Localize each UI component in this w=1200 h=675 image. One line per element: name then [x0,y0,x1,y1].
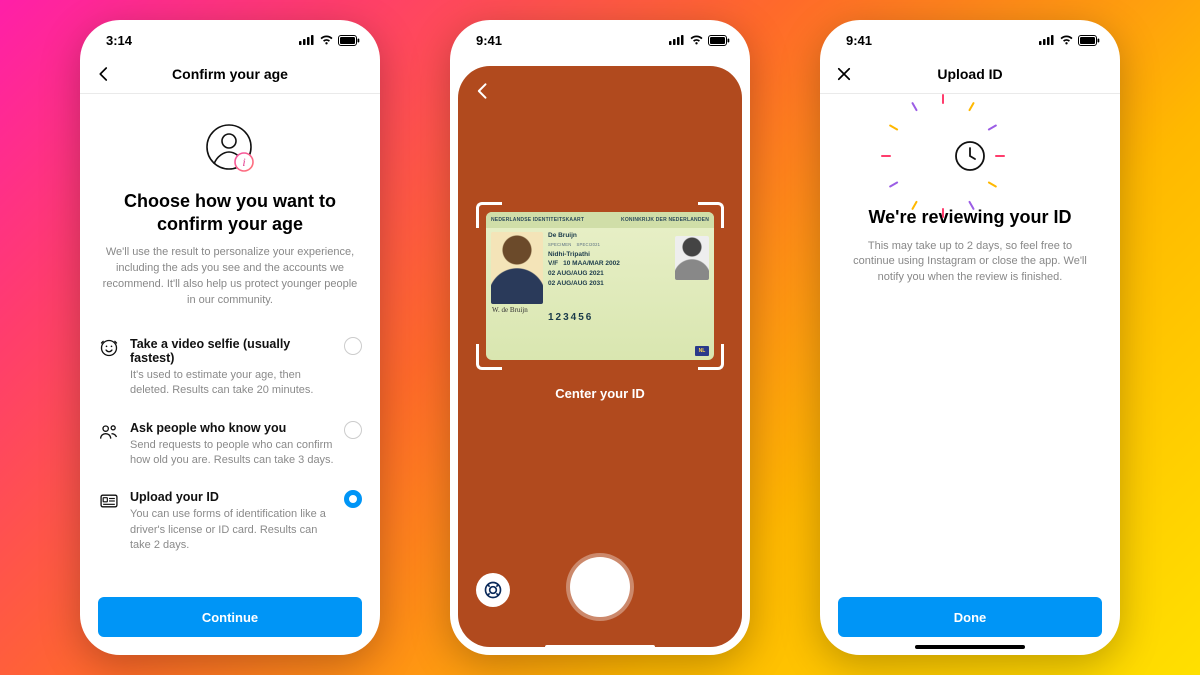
ray-icon [968,102,975,112]
option-desc: It's used to estimate your age, then del… [130,368,338,399]
status-time: 9:41 [476,33,502,48]
wifi-icon [689,35,704,45]
page-heading: We're reviewing your ID [838,206,1102,229]
status-icons [299,35,360,46]
chevron-left-icon [95,65,113,83]
id-scan-frame: NEDERLANDSE IDENTITEITSKAART KONINKRIJK … [480,206,720,366]
wifi-icon [1059,35,1074,45]
svg-text:i: i [242,155,245,169]
phone-confirm-age: 3:14 Confirm your age i Choose how you w… [80,20,380,655]
ray-icon [911,102,918,112]
option-label: Take a video selfie (usually fastest) [130,337,338,365]
id-photo-primary [491,232,543,304]
close-button[interactable] [832,62,856,86]
hero-profile-info-icon: i [98,120,362,176]
id-card-preview: NEDERLANDSE IDENTITEITSKAART KONINKRIJK … [486,212,714,360]
status-icons [1039,35,1100,46]
status-icons [669,35,730,46]
home-indicator[interactable] [545,645,655,649]
hero-clock-icon [838,126,1102,186]
ray-icon [889,124,899,131]
option-upload-id[interactable]: Upload your ID You can use forms of iden… [98,480,362,565]
id-code: SPECI2021 [577,242,601,247]
back-button[interactable] [92,62,116,86]
id-photo-secondary [675,236,709,280]
ray-icon [881,155,891,157]
screen-header: Upload ID [820,54,1120,94]
signal-icon [1039,35,1055,45]
ray-icon [942,208,944,218]
id-dob: 10 MAA/MAR 2002 [563,260,620,267]
id-surname: De Bruijn [548,232,577,239]
option-label: Upload your ID [130,490,338,504]
id-issue: 02 AUG/AUG 2021 [548,270,604,277]
option-desc: Send requests to people who can confirm … [130,438,338,469]
option-label: Ask people who know you [130,421,338,435]
signal-icon [669,35,685,45]
id-header-left: NEDERLANDSE IDENTITEITSKAART [491,217,584,223]
status-time: 9:41 [846,33,872,48]
radio-unselected[interactable] [344,421,362,439]
scan-hint: Center your ID [458,386,742,401]
screen-content: i Choose how you want to confirm your ag… [80,94,380,655]
ray-icon [995,155,1005,157]
option-desc: You can use forms of identification like… [130,507,338,553]
header-title: Confirm your age [172,66,288,82]
ray-icon [988,124,998,131]
lifebuoy-icon [483,580,503,600]
header-title: Upload ID [937,66,1002,82]
back-button[interactable] [468,76,498,106]
help-button[interactable] [476,573,510,607]
page-subtext: This may take up to 2 days, so feel free… [838,239,1102,287]
screen-header: Confirm your age [80,54,380,94]
status-bar: 9:41 [820,20,1120,54]
close-icon [835,65,853,83]
id-given-names: Nidhi-Tripathi [548,251,590,258]
status-bar: 3:14 [80,20,380,54]
chevron-left-icon [473,81,493,101]
continue-button[interactable]: Continue [98,597,362,637]
done-button[interactable]: Done [838,597,1102,637]
phone-scan-id: 9:41 NEDERLANDSE IDENTITEITSKAART KONINK… [450,20,750,655]
signal-icon [299,35,315,45]
status-time: 3:14 [106,33,132,48]
option-ask-people[interactable]: Ask people who know you Send requests to… [98,411,362,481]
page-heading: Choose how you want to confirm your age [98,190,362,235]
option-video-selfie[interactable]: Take a video selfie (usually fastest) It… [98,327,362,411]
people-icon [98,421,120,442]
ray-icon [942,94,944,104]
video-selfie-icon [98,337,120,358]
battery-icon [708,35,730,46]
ray-icon [889,181,899,188]
phone-upload-id: 9:41 Upload ID [820,20,1120,655]
camera-viewfinder: NEDERLANDSE IDENTITEITSKAART KONINKRIJK … [458,66,742,647]
battery-icon [338,35,360,46]
shutter-button[interactable] [570,557,630,617]
id-specimen: SPECIMEN [548,242,571,247]
ray-icon [988,181,998,188]
status-bar: 9:41 [450,20,750,54]
page-subtext: We'll use the result to personalize your… [98,245,362,309]
home-indicator[interactable] [915,645,1025,649]
screen-content: We're reviewing your ID This may take up… [820,94,1120,655]
id-sex: V/F [548,260,558,267]
clock-icon [953,139,987,173]
id-expiry: 02 AUG/AUG 2031 [548,280,604,287]
id-header-right: KONINKRIJK DER NEDERLANDEN [621,217,709,223]
radio-unselected[interactable] [344,337,362,355]
id-card-icon [98,490,120,511]
id-fields: De Bruijn SPECIMEN SPECI2021 Nidhi-Tripa… [548,232,670,304]
id-country-flag: NL [695,346,709,356]
battery-icon [1078,35,1100,46]
wifi-icon [319,35,334,45]
